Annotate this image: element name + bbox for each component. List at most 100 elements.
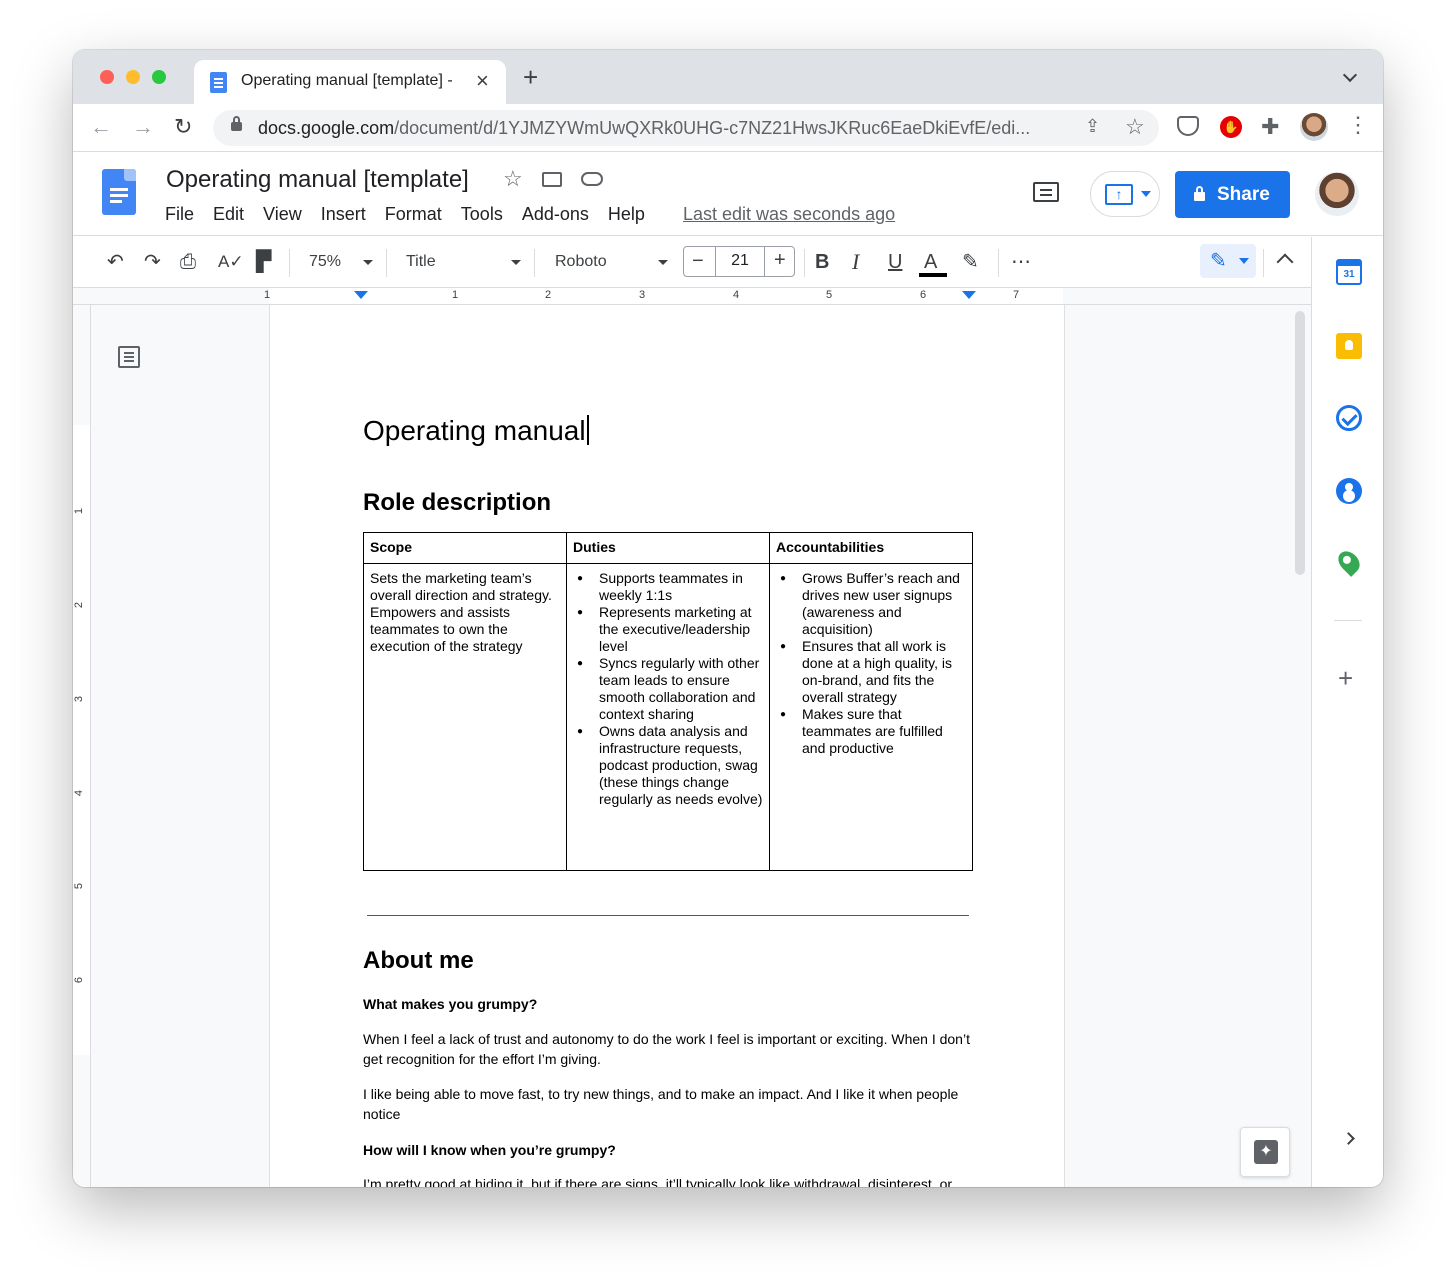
menu-format[interactable]: Format xyxy=(385,204,442,225)
ruler-label: 2 xyxy=(545,289,552,301)
menu-view[interactable]: View xyxy=(263,204,302,225)
cloud-status-icon[interactable] xyxy=(581,172,603,186)
lock-icon[interactable] xyxy=(231,116,242,131)
ruler-label: 3 xyxy=(73,695,86,703)
document-page[interactable]: Operating manual Role description Scope … xyxy=(269,305,1065,1187)
ruler-label: 1 xyxy=(73,507,86,515)
explore-sparkle-icon: ✦ xyxy=(1254,1140,1278,1164)
scope-cell[interactable]: Sets the marketing team’s overall direct… xyxy=(363,563,567,871)
get-add-ons-plus-icon[interactable]: + xyxy=(1338,663,1353,694)
collapse-menus-icon[interactable] xyxy=(1276,253,1294,271)
contacts-icon[interactable] xyxy=(1336,478,1362,504)
explore-button[interactable]: ✦ xyxy=(1240,1127,1290,1177)
table-header-duties: Duties xyxy=(566,532,770,564)
toolbar-divider xyxy=(1263,249,1264,277)
maximize-window-button[interactable] xyxy=(152,70,166,84)
menu-edit[interactable]: Edit xyxy=(213,204,244,225)
lock-icon xyxy=(1194,186,1205,201)
accountabilities-list: Grows Buffer’s reach and drives new user… xyxy=(776,570,966,757)
menu-insert[interactable]: Insert xyxy=(321,204,366,225)
role-description-heading: Role description xyxy=(363,489,552,516)
duties-cell[interactable]: Supports teammates in weekly 1:1s Repres… xyxy=(566,563,770,871)
paint-format-icon[interactable]: ▛ xyxy=(256,250,271,274)
close-tab-icon[interactable]: × xyxy=(476,68,489,94)
horizontal-ruler[interactable]: 1 1 2 3 4 5 6 7 xyxy=(73,287,1311,305)
underline-button[interactable]: U xyxy=(888,250,902,274)
omnibox[interactable]: docs.google.com/document/d/1YJMZYWmUwQXR… xyxy=(213,110,1159,146)
increase-font-size-button[interactable]: + xyxy=(774,249,786,272)
star-icon[interactable]: ☆ xyxy=(503,166,523,192)
spellcheck-icon[interactable]: A✓ xyxy=(218,250,244,274)
toolbar-divider xyxy=(289,249,290,277)
document-outline-icon[interactable] xyxy=(118,346,140,368)
share-page-icon[interactable]: ⇪ xyxy=(1085,116,1100,137)
docs-logo-icon[interactable] xyxy=(102,169,136,215)
editing-mode-button[interactable]: ✎ xyxy=(1200,244,1256,278)
keep-icon[interactable] xyxy=(1336,333,1362,359)
menu-help[interactable]: Help xyxy=(608,204,645,225)
font-size-input[interactable]: 21 xyxy=(715,246,765,277)
ruler-label: 2 xyxy=(73,601,86,609)
bold-button[interactable]: B xyxy=(815,250,829,274)
tab-strip: Operating manual [template] - × + xyxy=(73,50,1383,104)
browser-profile-avatar[interactable] xyxy=(1300,113,1328,141)
undo-icon[interactable]: ↶ xyxy=(107,250,124,274)
left-indent-marker[interactable] xyxy=(354,291,368,299)
docs-header: Operating manual [template] ☆ File Edit … xyxy=(73,152,1383,236)
menu-bar: File Edit View Insert Format Tools Add-o… xyxy=(165,204,664,225)
menu-add-ons[interactable]: Add-ons xyxy=(522,204,589,225)
back-button[interactable]: ← xyxy=(90,114,112,140)
new-tab-button[interactable]: + xyxy=(523,64,538,90)
tab-search-chevron-icon[interactable] xyxy=(1342,67,1358,83)
role-table[interactable]: Scope Duties Accountabilities Sets the m… xyxy=(363,532,973,871)
adblock-extension-icon[interactable]: ✋ xyxy=(1220,116,1242,138)
browser-window: Operating manual [template] - × + ← → ↻ … xyxy=(73,50,1383,1187)
table-header-scope: Scope xyxy=(363,532,567,564)
bookmark-star-icon[interactable]: ☆ xyxy=(1125,114,1145,140)
paragraph-style-select[interactable]: Title xyxy=(406,250,436,274)
chevron-down-icon[interactable] xyxy=(658,260,668,265)
menu-tools[interactable]: Tools xyxy=(461,204,503,225)
browser-tab-active[interactable]: Operating manual [template] - × xyxy=(194,60,506,104)
show-side-panel-chevron-icon[interactable] xyxy=(1342,1132,1355,1145)
redo-icon[interactable]: ↷ xyxy=(144,250,161,274)
present-button[interactable]: ↑ xyxy=(1090,171,1160,217)
account-avatar[interactable] xyxy=(1315,172,1359,216)
print-icon[interactable]: ⎙ xyxy=(180,250,196,274)
share-button[interactable]: Share xyxy=(1175,171,1290,218)
present-screen-icon: ↑ xyxy=(1105,184,1133,205)
zoom-select[interactable]: 75% xyxy=(309,250,341,274)
forward-button[interactable]: → xyxy=(132,114,154,140)
document-title[interactable]: Operating manual [template] xyxy=(166,166,469,194)
calendar-icon[interactable]: 31 xyxy=(1336,259,1362,285)
chevron-down-icon[interactable] xyxy=(363,260,373,265)
vertical-scrollbar[interactable] xyxy=(1295,311,1305,575)
menu-file[interactable]: File xyxy=(165,204,194,225)
toolbar-divider xyxy=(804,249,805,277)
docs-favicon-icon xyxy=(210,72,227,93)
accountabilities-cell[interactable]: Grows Buffer’s reach and drives new user… xyxy=(769,563,973,871)
reload-button[interactable]: ↻ xyxy=(174,114,192,140)
maps-icon[interactable] xyxy=(1334,547,1364,577)
font-family-select[interactable]: Roboto xyxy=(555,250,607,274)
document-heading-title[interactable]: Operating manual xyxy=(363,415,589,447)
right-indent-marker[interactable] xyxy=(962,291,976,299)
move-folder-icon[interactable] xyxy=(542,172,562,187)
minimize-window-button[interactable] xyxy=(126,70,140,84)
comment-history-icon[interactable] xyxy=(1033,182,1059,202)
text-color-button[interactable]: A xyxy=(924,250,937,274)
url-text[interactable]: docs.google.com/document/d/1YJMZYWmUwQXR… xyxy=(258,118,1070,139)
close-window-button[interactable] xyxy=(100,70,114,84)
decrease-font-size-button[interactable]: − xyxy=(692,250,704,273)
vertical-ruler[interactable]: 1 2 3 4 5 6 xyxy=(73,305,91,1187)
list-item: Supports teammates in weekly 1:1s xyxy=(573,570,763,604)
last-edit-link[interactable]: Last edit was seconds ago xyxy=(683,204,895,225)
chevron-down-icon[interactable] xyxy=(511,260,521,265)
more-options-icon[interactable]: ⋯ xyxy=(1011,250,1031,274)
highlight-pen-icon[interactable]: ✎ xyxy=(962,250,979,274)
italic-button[interactable]: I xyxy=(852,250,859,274)
extensions-puzzle-icon[interactable]: ✚ xyxy=(1261,114,1279,140)
pocket-extension-icon[interactable] xyxy=(1177,116,1199,136)
tasks-icon[interactable] xyxy=(1336,405,1362,431)
browser-menu-icon[interactable]: ⋮ xyxy=(1347,112,1369,138)
